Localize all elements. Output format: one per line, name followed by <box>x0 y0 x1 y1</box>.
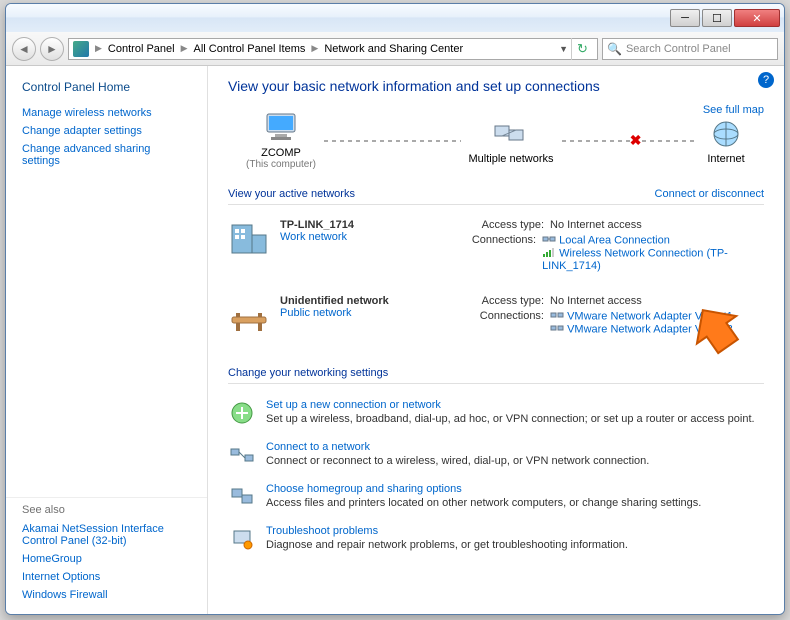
network-name: TP-LINK_1714 <box>280 219 354 231</box>
refresh-button[interactable]: ↻ <box>571 38 593 60</box>
setting-desc: Connect or reconnect to a wireless, wire… <box>266 455 649 467</box>
setting-link[interactable]: Choose homegroup and sharing options <box>266 483 701 495</box>
search-input[interactable]: 🔍 Search Control Panel <box>602 38 778 60</box>
close-button[interactable]: ✕ <box>734 9 780 27</box>
network-item: TP-LINK_1714 Work network Access type: N… <box>228 213 764 289</box>
callout-arrow-icon <box>686 302 746 356</box>
connections-label: Connections: <box>458 234 542 272</box>
seealso-link[interactable]: Internet Options <box>6 568 207 586</box>
access-type-label: Access type: <box>458 295 550 307</box>
sidebar-link-adapter[interactable]: Change adapter settings <box>6 122 207 140</box>
setting-link[interactable]: Connect to a network <box>266 441 649 453</box>
breadcrumb-sep: ▶ <box>311 43 318 54</box>
breadcrumb-sep: ▶ <box>181 43 188 54</box>
see-also-header: See also <box>6 497 207 520</box>
setting-link[interactable]: Set up a new connection or network <box>266 399 755 411</box>
setup-icon <box>228 399 256 427</box>
disconnect-x-icon: ✖ <box>630 132 642 149</box>
search-placeholder: Search Control Panel <box>626 43 731 55</box>
maximize-button[interactable]: ☐ <box>702 9 732 27</box>
address-bar[interactable]: ▶ Control Panel ▶ All Control Panel Item… <box>68 38 598 60</box>
globe-icon <box>706 118 746 150</box>
connect-disconnect-link[interactable]: Connect or disconnect <box>655 188 764 200</box>
setting-item-homegroup: Choose homegroup and sharing options Acc… <box>228 476 764 518</box>
connection-link-lan[interactable]: Local Area Connection <box>542 234 764 247</box>
seealso-link[interactable]: HomeGroup <box>6 550 207 568</box>
network-name: Unidentified network <box>280 295 389 307</box>
setting-item-setup: Set up a new connection or network Set u… <box>228 392 764 434</box>
breadcrumb-item[interactable]: All Control Panel Items <box>194 43 306 55</box>
network-icon <box>491 118 531 150</box>
window: ─ ☐ ✕ ◄ ► ▶ Control Panel ▶ All Control … <box>5 3 785 615</box>
setting-item-troubleshoot: Troubleshoot problems Diagnose and repai… <box>228 518 764 560</box>
control-panel-icon <box>73 41 89 57</box>
map-node-label: Multiple networks <box>469 153 554 165</box>
map-node-label: ZCOMP <box>246 147 316 159</box>
page-title: View your basic network information and … <box>228 78 764 94</box>
map-connector <box>324 140 461 142</box>
network-type-link[interactable]: Work network <box>280 231 354 243</box>
access-type-label: Access type: <box>458 219 550 231</box>
lan-icon <box>550 323 564 336</box>
lan-icon <box>550 310 564 323</box>
setting-item-connect: Connect to a network Connect or reconnec… <box>228 434 764 476</box>
setting-desc: Set up a wireless, broadband, dial-up, a… <box>266 413 755 425</box>
network-type-link[interactable]: Public network <box>280 307 389 319</box>
breadcrumb-item[interactable]: Control Panel <box>108 43 175 55</box>
setting-link[interactable]: Troubleshoot problems <box>266 525 628 537</box>
setting-desc: Diagnose and repair network problems, or… <box>266 539 628 551</box>
lan-icon <box>542 234 556 247</box>
back-button[interactable]: ◄ <box>12 37 36 61</box>
access-type-value: No Internet access <box>550 219 642 231</box>
connections-label: Connections: <box>458 310 550 336</box>
sidebar: Control Panel Home Manage wireless netwo… <box>6 66 208 614</box>
see-full-map-link[interactable]: See full map <box>703 104 764 116</box>
seealso-link[interactable]: Akamai NetSession Interface Control Pane… <box>6 520 207 550</box>
work-network-icon <box>228 219 270 261</box>
dropdown-button[interactable]: ▼ <box>559 44 568 54</box>
signal-icon <box>542 247 556 260</box>
breadcrumb-item[interactable]: Network and Sharing Center <box>324 43 463 55</box>
computer-icon <box>261 112 301 144</box>
setting-desc: Access files and printers located on oth… <box>266 497 701 509</box>
search-icon: 🔍 <box>607 42 622 56</box>
forward-button[interactable]: ► <box>40 37 64 61</box>
seealso-link[interactable]: Windows Firewall <box>6 586 207 604</box>
sidebar-link-wireless[interactable]: Manage wireless networks <box>6 104 207 122</box>
active-networks-header: View your active networks Connect or dis… <box>228 188 764 205</box>
map-connector: ✖ <box>562 140 699 142</box>
settings-header: Change your networking settings <box>228 367 764 384</box>
breadcrumb-sep: ▶ <box>95 43 102 54</box>
map-node-computer: ZCOMP (This computer) <box>246 112 316 170</box>
map-node-networks: Multiple networks <box>469 118 554 165</box>
titlebar: ─ ☐ ✕ <box>6 4 784 32</box>
main-content: ? View your basic network information an… <box>208 66 784 614</box>
map-node-sublabel: (This computer) <box>246 159 316 170</box>
access-type-value: No Internet access <box>550 295 642 307</box>
navbar: ◄ ► ▶ Control Panel ▶ All Control Panel … <box>6 32 784 66</box>
control-panel-home-link[interactable]: Control Panel Home <box>6 76 207 104</box>
network-item: Unidentified network Public network Acce… <box>228 289 764 353</box>
help-icon[interactable]: ? <box>758 72 774 88</box>
connect-icon <box>228 441 256 469</box>
homegroup-icon <box>228 483 256 511</box>
sidebar-link-sharing[interactable]: Change advanced sharing settings <box>6 140 207 170</box>
map-node-internet: Internet <box>706 118 746 165</box>
public-network-icon <box>228 295 270 337</box>
network-map: ZCOMP (This computer) Multiple networks … <box>228 108 764 174</box>
connection-link-wireless[interactable]: Wireless Network Connection (TP-LINK_171… <box>542 247 764 272</box>
minimize-button[interactable]: ─ <box>670 9 700 27</box>
troubleshoot-icon <box>228 525 256 553</box>
map-node-label: Internet <box>706 153 746 165</box>
